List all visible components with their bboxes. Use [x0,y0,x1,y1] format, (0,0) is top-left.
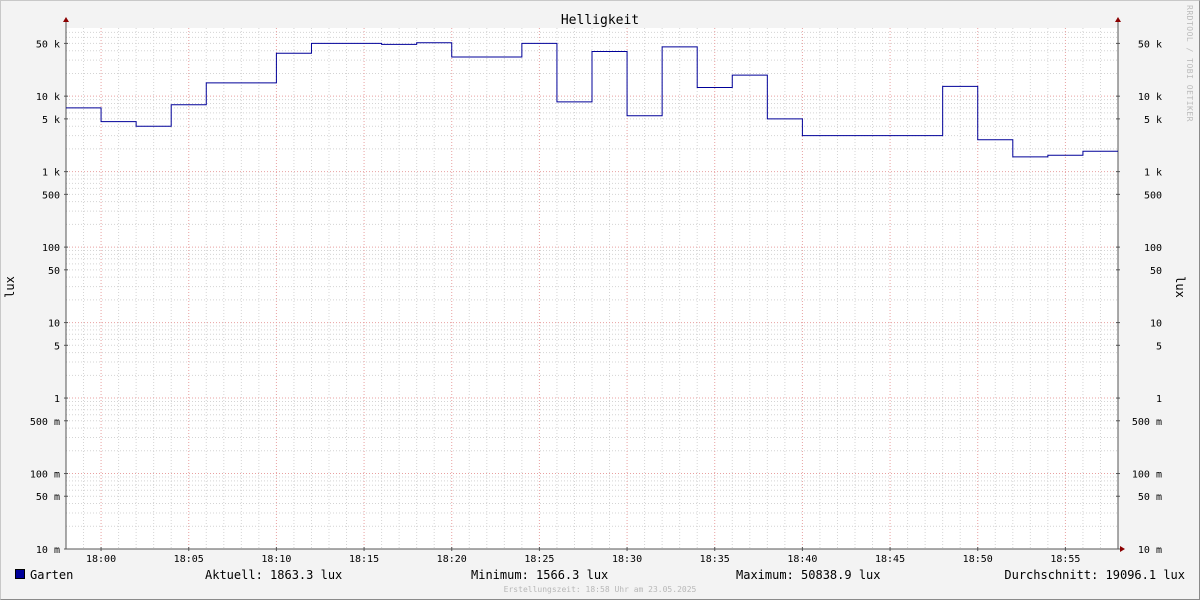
x-tick-label: 18:45 [875,554,905,565]
chart-title: Helligkeit [561,13,639,28]
x-tick-label: 18:15 [349,554,379,565]
y-axis-label-left: lux [3,276,17,298]
x-tick-label: 18:55 [1050,554,1080,565]
legend-series-name: Garten [30,568,74,582]
x-tick-label: 18:35 [700,554,730,565]
creation-timestamp: Erstellungszeit: 18:58 Uhr am 23.05.2025 [503,585,697,594]
y-tick-label-left: 1 [54,394,60,405]
y-axis-arrow-left [63,17,69,22]
x-tick-label: 18:30 [612,554,642,565]
y-tick-label-right: 100 [1144,243,1162,254]
y-tick-label-right: 10 m [1138,545,1162,556]
y-axis-label-right: lux [1173,276,1187,298]
y-tick-label-right: 100 m [1132,470,1162,481]
legend: Garten Aktuell: 1863.3 lux Minimum: 1566… [15,568,1185,584]
y-tick-label-right: 50 k [1138,39,1162,50]
x-tick-label: 18:00 [86,554,116,565]
y-tick-label-left: 50 k [36,39,60,50]
y-ticks-left: 50 k 10 k 5 k 1 k 500 100 50 10 5 1 500 m 100 m 50 m… [30,39,68,556]
x-tick-label: 18:05 [174,554,204,565]
chart-svg: 50 k 10 k 5 k 1 k 500 100 50 10 5 1 500 m 100 m 50 m… [3,5,1194,565]
y-tick-label-right: 50 m [1138,492,1162,503]
x-tick-label: 18:40 [787,554,817,565]
y-tick-label-left: 5 k [42,115,60,126]
y-tick-label-right: 50 [1150,266,1162,277]
y-tick-label-right: 500 m [1132,417,1162,428]
stat-minimum: Minimum: 1566.3 lux [471,568,609,582]
y-tick-label-left: 100 [42,243,60,254]
x-tick-label: 18:50 [963,554,993,565]
x-tick-label: 18:10 [261,554,291,565]
y-tick-label-right: 1 k [1144,168,1162,179]
y-ticks-right: 50 k 10 k 5 k 1 k 500 100 50 10 5 1 500 m 100 m 50 m… [1116,39,1162,556]
y-tick-label-right: 10 [1150,319,1162,330]
y-tick-label-right: 5 [1156,341,1162,352]
y-tick-label-left: 50 [48,266,60,277]
x-axis-arrow [1120,546,1125,552]
x-ticks: 18:00 18:05 18:10 18:15 18:20 18:25 18:30 18:35… [86,547,1080,565]
y-tick-label-right: 5 k [1144,115,1162,126]
y-tick-label-left: 50 m [36,492,60,503]
y-axis-arrow-right [1115,17,1121,22]
y-tick-label-right: 1 [1156,394,1162,405]
rrdtool-watermark: RRDTOOL / TOBI OETIKER [1185,5,1194,122]
y-tick-label-left: 500 m [30,417,60,428]
y-tick-label-left: 10 k [36,92,60,103]
y-tick-label-right: 10 k [1138,92,1162,103]
legend-color-swatch [15,569,25,579]
y-tick-label-right: 500 [1144,190,1162,201]
stat-average: Durchschnitt: 19096.1 lux [1004,568,1185,582]
stat-maximum: Maximum: 50838.9 lux [736,568,881,582]
stat-current: Aktuell: 1863.3 lux [205,568,343,582]
x-tick-label: 18:25 [524,554,554,565]
y-tick-label-left: 1 k [42,168,60,179]
y-tick-label-left: 10 [48,319,60,330]
y-tick-label-left: 10 m [36,545,60,556]
y-tick-label-left: 500 [42,190,60,201]
y-tick-label-left: 5 [54,341,60,352]
y-tick-label-left: 100 m [30,470,60,481]
x-tick-label: 18:20 [437,554,467,565]
